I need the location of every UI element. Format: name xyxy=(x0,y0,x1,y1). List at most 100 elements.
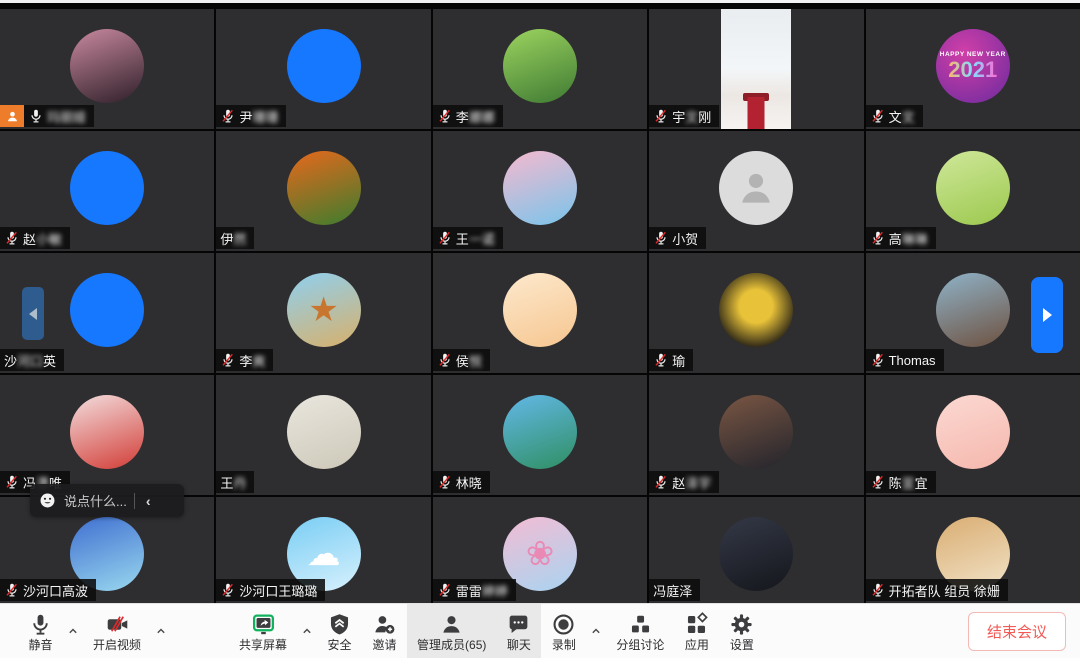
participant-tile[interactable]: HAPPY NEW YEAR2021 文文 xyxy=(866,9,1080,129)
toolbar-share-screen-button[interactable]: 共享屏幕 xyxy=(229,604,297,658)
toolbar-breakout-button[interactable]: 分组讨论 xyxy=(606,604,674,658)
mic-muted-icon xyxy=(437,108,453,124)
participant-nameplate: 林晓 xyxy=(433,471,490,493)
participant-nameplate: 李爽 xyxy=(216,349,273,371)
toolbar-button-label: 安全 xyxy=(328,639,352,651)
toolbar-security-button[interactable]: 安全 xyxy=(317,604,362,658)
participant-nameplate: 王丹 xyxy=(216,471,254,493)
participant-tile[interactable]: 侯悦 xyxy=(433,253,647,373)
participant-tile[interactable]: 开拓者队 组员 徐姗 xyxy=(866,497,1080,603)
participant-avatar xyxy=(503,29,577,103)
participant-tile[interactable]: 小贺 xyxy=(649,131,863,251)
toolbar-invite-button[interactable]: 邀请 xyxy=(362,604,407,658)
participant-tile[interactable]: ❀ 雷雷婷婷 xyxy=(433,497,647,603)
participant-label-row: 王一诺 xyxy=(433,227,503,249)
participant-tile[interactable]: 赵泽宇 xyxy=(649,375,863,495)
participant-name: 侯悦 xyxy=(456,351,482,370)
toolbar-record-button[interactable]: 录制 xyxy=(541,604,586,658)
participant-nameplate: 宇文刚 xyxy=(649,105,719,127)
end-meeting-button[interactable]: 结束会议 xyxy=(968,612,1066,651)
quick-chat-placeholder[interactable]: 说点什么... xyxy=(64,491,127,510)
participant-tile[interactable]: 瑜 xyxy=(649,253,863,373)
share-icon xyxy=(251,612,276,637)
participant-label-row: 瑜 xyxy=(649,349,693,371)
toolbar-members-button[interactable]: 管理成员(65) xyxy=(407,604,496,658)
collapse-chat-button[interactable]: ‹ xyxy=(142,493,155,509)
apps-icon xyxy=(684,612,709,637)
avatar-glyph: ❀ xyxy=(526,537,555,571)
toolbar-button-label: 邀请 xyxy=(373,639,397,651)
gear-icon xyxy=(729,612,754,637)
participant-tile[interactable]: 冯潇唯 xyxy=(0,375,214,495)
participant-name: 伊然 xyxy=(220,229,246,248)
mic-muted-icon xyxy=(870,108,886,124)
participant-tile[interactable]: 冯庭泽 xyxy=(649,497,863,603)
toolbar-button-label: 分组讨论 xyxy=(616,639,664,651)
participant-label-row: 玛丽娅 xyxy=(0,105,94,127)
quick-chat-bar[interactable]: 说点什么... ‹ xyxy=(30,484,184,517)
participant-label-row: 李爽 xyxy=(216,349,273,371)
emoji-icon[interactable] xyxy=(38,491,57,510)
participant-tile[interactable]: 宇文刚 xyxy=(649,9,863,129)
participant-name: 王丹 xyxy=(220,473,246,492)
participant-tile[interactable]: 李娜娜 xyxy=(433,9,647,129)
participant-label-row: 雷雷婷婷 xyxy=(433,579,516,601)
participant-nameplate: 小贺 xyxy=(649,227,706,249)
participant-label-row: 尹珊珊 xyxy=(216,105,286,127)
participant-nameplate: 赵泽宇 xyxy=(649,471,719,493)
participant-tile[interactable]: 王丹 xyxy=(216,375,430,495)
mic-muted-icon xyxy=(4,474,20,490)
participant-nameplate: 侯悦 xyxy=(433,349,490,371)
participant-name: 文文 xyxy=(889,107,915,126)
participant-name: 雷雷婷婷 xyxy=(456,581,508,600)
participant-tile[interactable]: 玛丽娅 xyxy=(0,9,214,129)
participant-tile[interactable]: 高琳琳 xyxy=(866,131,1080,251)
participant-avatar xyxy=(936,395,1010,469)
toolbar-button-label: 共享屏幕 xyxy=(239,639,287,651)
toolbar-start-video-expand[interactable] xyxy=(151,604,171,658)
participant-tile[interactable]: 赵小敏 xyxy=(0,131,214,251)
participant-avatar xyxy=(70,273,144,347)
participant-tile[interactable]: 尹珊珊 xyxy=(216,9,430,129)
toolbar-button-label: 静音 xyxy=(28,639,52,651)
live-video-feed xyxy=(721,9,791,129)
participant-tile[interactable]: 伊然 xyxy=(216,131,430,251)
toolbar-record-expand[interactable] xyxy=(586,604,606,658)
participant-label-row: 小贺 xyxy=(649,227,706,249)
participant-label-row: 林晓 xyxy=(433,471,490,493)
participant-avatar xyxy=(503,273,577,347)
prev-page-button[interactable] xyxy=(22,287,44,340)
participant-label-row: 赵泽宇 xyxy=(649,471,719,493)
breakout-icon xyxy=(628,612,653,637)
participant-nameplate: 文文 xyxy=(866,105,923,127)
participant-tile[interactable]: 王一诺 xyxy=(433,131,647,251)
toolbar-apps-button[interactable]: 应用 xyxy=(674,604,719,658)
toolbar-settings-button[interactable]: 设置 xyxy=(719,604,764,658)
chevron-right-icon xyxy=(1043,308,1052,322)
participant-tile[interactable]: ☁ 沙河口王璐璐 xyxy=(216,497,430,603)
mic-muted-icon xyxy=(437,230,453,246)
participant-label-row: 沙河口高波 xyxy=(0,579,96,601)
toolbar-share-screen-expand[interactable] xyxy=(297,604,317,658)
participant-avatar xyxy=(287,151,361,225)
participant-avatar xyxy=(287,29,361,103)
participant-name: 小贺 xyxy=(672,229,698,248)
participant-avatar: ★ xyxy=(287,273,361,347)
participant-avatar xyxy=(70,151,144,225)
participant-name: 高琳琳 xyxy=(889,229,928,248)
avatar-glyph: ★ xyxy=(308,293,338,327)
participant-avatar xyxy=(287,395,361,469)
toolbar-mute-expand[interactable] xyxy=(63,604,83,658)
participant-tile[interactable]: 林晓 xyxy=(433,375,647,495)
participant-name: 玛丽娅 xyxy=(47,107,86,126)
participant-tile[interactable]: 陈宣宜 xyxy=(866,375,1080,495)
toolbar-start-video-button[interactable]: 开启视频 xyxy=(83,604,151,658)
participant-tile[interactable]: ★ 李爽 xyxy=(216,253,430,373)
mic-muted-icon xyxy=(653,230,669,246)
divider xyxy=(134,493,135,509)
chevron-left-icon xyxy=(29,308,37,320)
mic-muted-icon xyxy=(220,108,236,124)
toolbar-mute-button[interactable]: 静音 xyxy=(18,604,63,658)
toolbar-chat-button[interactable]: 聊天 xyxy=(496,604,541,658)
next-page-button[interactable] xyxy=(1031,277,1063,353)
